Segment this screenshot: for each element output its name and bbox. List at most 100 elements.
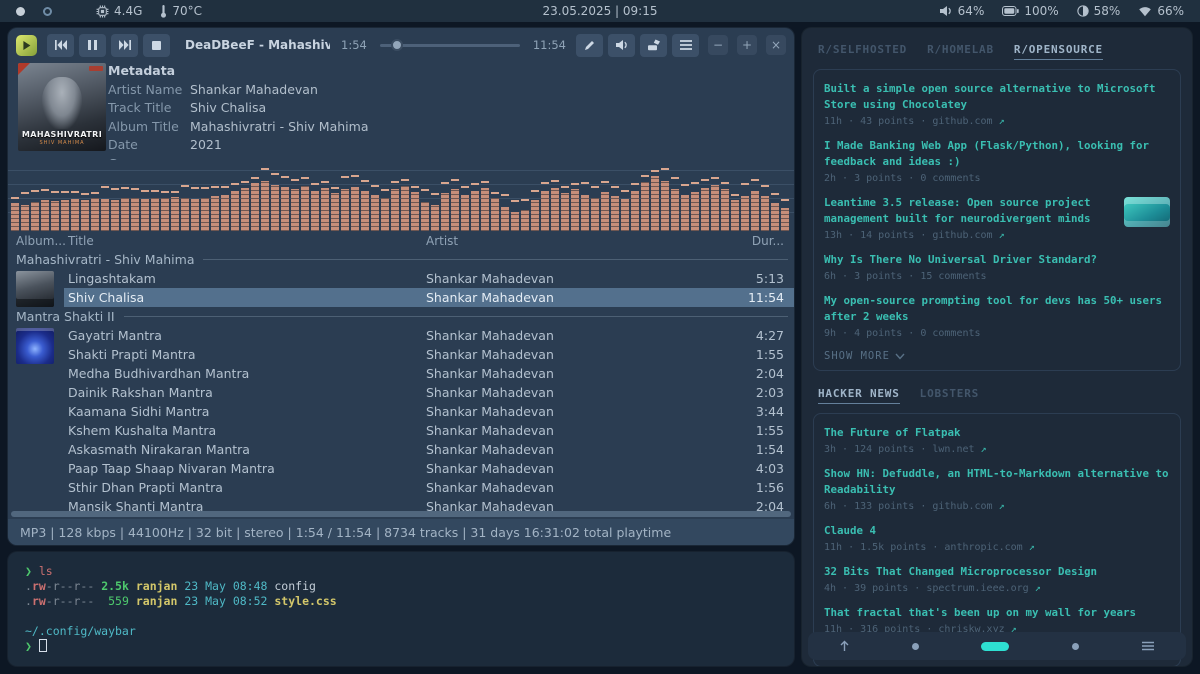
workspace-active-dot[interactable] — [16, 7, 25, 16]
seekbar-handle[interactable] — [391, 39, 403, 51]
track-row[interactable]: Mansik Shanti MantraShankar Mahadevan2:0… — [8, 497, 794, 511]
wifi-module[interactable]: 66% — [1138, 4, 1184, 18]
pause-button[interactable] — [79, 34, 106, 57]
topbar-right: 64% 100% 58% 66% — [939, 4, 1184, 18]
spectrum-bar — [351, 160, 359, 231]
spectrum-bar — [381, 160, 389, 231]
maximize-button[interactable]: + — [737, 35, 757, 55]
metadata-value: Shankar Mahadevan — [190, 82, 318, 97]
news-post[interactable]: Show HN: Defuddle, an HTML-to-Markdown a… — [824, 466, 1170, 512]
page-dot-1[interactable] — [912, 643, 919, 650]
show-more-label: SHOW MORE — [824, 350, 890, 362]
spectrum-bar — [551, 160, 559, 231]
design-mode-button[interactable] — [640, 34, 667, 57]
track-row[interactable]: Kshem Kushalta MantraShankar Mahadevan1:… — [8, 421, 794, 440]
track-row[interactable]: LingashtakamShankar Mahadevan5:13 — [8, 269, 794, 288]
minimize-button[interactable]: − — [708, 35, 728, 55]
news-post[interactable]: That fractal that's been up on my wall f… — [824, 605, 1170, 635]
spectrum-bar-fill — [431, 205, 439, 231]
track-artist: Shankar Mahadevan — [426, 480, 724, 495]
volume-button[interactable] — [608, 34, 635, 57]
next-button[interactable] — [111, 34, 138, 57]
spectrum-bar-fill — [181, 198, 189, 231]
track-row[interactable]: Askasmath Nirakaran MantraShankar Mahade… — [8, 440, 794, 459]
post-title: I Made Banking Web App (Flask/Python), l… — [824, 138, 1170, 170]
column-header-duration[interactable]: Dur... — [724, 234, 794, 248]
spectrum-bar — [701, 160, 709, 231]
track-title: Medha Budhivardhan Mantra — [68, 366, 426, 381]
stop-button[interactable] — [143, 34, 170, 57]
temperature-module[interactable]: 70°C — [160, 4, 202, 18]
spectrum-bar — [621, 160, 629, 231]
workspaces[interactable] — [16, 7, 25, 16]
spectrum-bar — [101, 160, 109, 231]
track-row[interactable]: Medha Budhivardhan MantraShankar Mahadev… — [8, 364, 794, 383]
spectrum-peak-marker — [201, 187, 209, 189]
battery-module[interactable]: 100% — [1002, 4, 1058, 18]
horizontal-scrollbar[interactable] — [11, 511, 791, 517]
tab-r-opensource[interactable]: R/OPENSOURCE — [1014, 43, 1103, 60]
brightness-module[interactable]: 58% — [1077, 4, 1121, 18]
news-post[interactable]: The Future of Flatpak3h · 124 points · l… — [824, 425, 1170, 455]
news-post[interactable]: Leantime 3.5 release: Open source projec… — [824, 195, 1170, 241]
volume-icon — [615, 39, 629, 51]
edit-button[interactable] — [576, 34, 603, 57]
news-post[interactable]: 32 Bits That Changed Microprocessor Desi… — [824, 564, 1170, 594]
panel-menu-icon[interactable] — [1141, 641, 1155, 651]
show-more-button[interactable]: SHOW MORE — [824, 350, 1170, 362]
track-row[interactable]: Sthir Dhan Prapti MantraShankar Mahadeva… — [8, 478, 794, 497]
tab-lobsters[interactable]: LOBSTERS — [920, 387, 979, 404]
terminal-text — [129, 579, 136, 593]
column-header-title[interactable]: Title — [68, 234, 426, 248]
metadata-row: Album TitleMahashivratri - Shiv Mahima — [108, 117, 794, 136]
scroll-top-icon[interactable] — [839, 640, 850, 652]
workspace-2[interactable] — [43, 7, 52, 16]
tab-r-selfhosted[interactable]: R/SELFHOSTED — [818, 43, 907, 60]
playlist-group-body: Gayatri MantraShankar Mahadevan4:27Shakt… — [8, 326, 794, 511]
column-header-album[interactable]: Album... — [8, 234, 68, 248]
brightness-value: 58% — [1094, 4, 1121, 18]
page-pill-active[interactable] — [981, 642, 1009, 651]
cpu-module[interactable]: 4.4G — [96, 4, 142, 18]
track-row[interactable]: Kaamana Sidhi MantraShankar Mahadevan3:4… — [8, 402, 794, 421]
volume-module[interactable]: 64% — [939, 4, 985, 18]
news-post[interactable]: Built a simple open source alternative t… — [824, 81, 1170, 127]
track-row[interactable]: Shakti Prapti MantraShankar Mahadevan1:5… — [8, 345, 794, 364]
spectrum-peak-marker — [531, 190, 539, 192]
tab-hacker-news[interactable]: HACKER NEWS — [818, 387, 900, 404]
spectrum-peak-marker — [491, 192, 499, 194]
news-post[interactable]: Why Is There No Universal Driver Standar… — [824, 252, 1170, 282]
terminal-line — [25, 609, 794, 624]
workspace-inactive-dot[interactable] — [43, 7, 52, 16]
news-post[interactable]: Claude 411h · 1.5k points · anthropic.co… — [824, 523, 1170, 553]
previous-button[interactable] — [47, 34, 74, 57]
track-row[interactable]: Dainik Rakshan MantraShankar Mahadevan2:… — [8, 383, 794, 402]
metadata-label: Date — [108, 137, 190, 152]
post-title: Built a simple open source alternative t… — [824, 81, 1170, 113]
news-post[interactable]: I Made Banking Web App (Flask/Python), l… — [824, 138, 1170, 184]
column-header-artist[interactable]: Artist — [426, 234, 724, 248]
close-button[interactable]: × — [766, 35, 786, 55]
track-row[interactable]: Paap Taap Shaap Nivaran MantraShankar Ma… — [8, 459, 794, 478]
player-statusbar: MP3 | 128 kbps | 44100Hz | 32 bit | ster… — [8, 519, 794, 545]
track-row[interactable]: Shiv ChalisaShankar Mahadevan11:54 — [8, 288, 794, 307]
page-dot-3[interactable] — [1072, 643, 1079, 650]
menu-icon — [680, 40, 692, 50]
playlist-menu-button[interactable] — [672, 34, 699, 57]
spectrum-bar — [291, 160, 299, 231]
track-artist: Shankar Mahadevan — [426, 461, 724, 476]
terminal-window[interactable]: ❯ ls.rw-r--r-- 2.5k ranjan 23 May 08:48 … — [8, 552, 794, 666]
track-row[interactable]: Gayatri MantraShankar Mahadevan4:27 — [8, 326, 794, 345]
spectrum-peak-marker — [251, 177, 259, 179]
news-post[interactable]: My open-source prompting tool for devs h… — [824, 293, 1170, 339]
track-title: Dainik Rakshan Mantra — [68, 385, 426, 400]
spectrum-bar — [741, 160, 749, 231]
wifi-icon — [1138, 6, 1152, 17]
post-meta-text: 6h · 3 points · 15 comments — [824, 271, 987, 282]
previous-icon — [55, 40, 67, 50]
spectrum-bar — [91, 160, 99, 231]
seekbar[interactable] — [380, 38, 520, 52]
spectrum-peak-marker — [671, 177, 679, 179]
track-artist: Shankar Mahadevan — [426, 442, 724, 457]
tab-r-homelab[interactable]: R/HOMELAB — [927, 43, 994, 60]
